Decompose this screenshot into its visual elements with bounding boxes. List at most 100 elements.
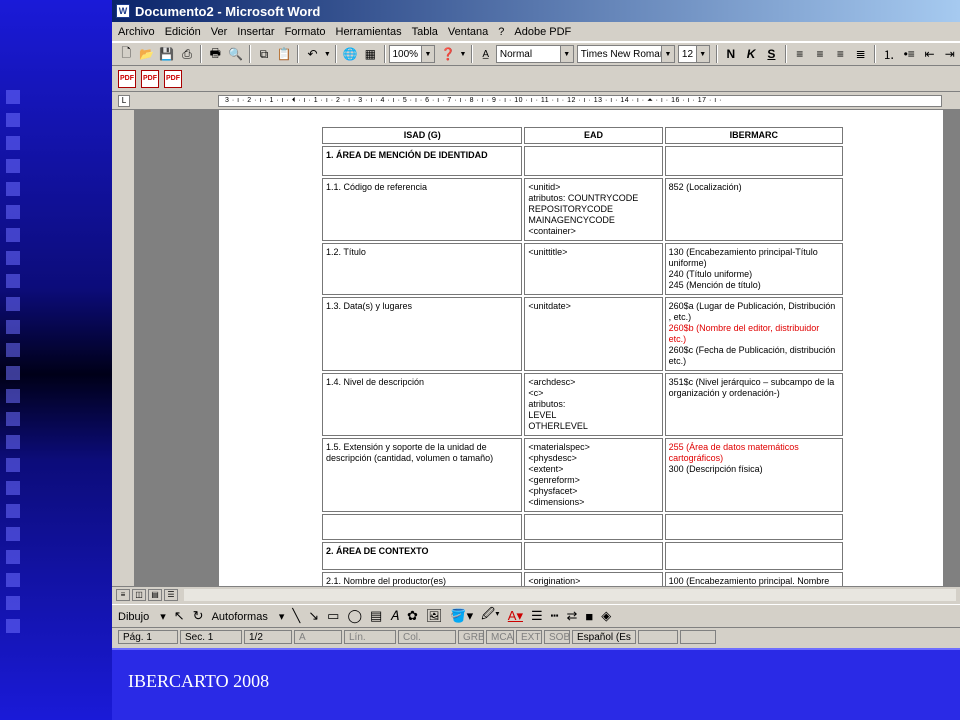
line-style-icon[interactable]: ☰ — [531, 608, 543, 624]
status-ext[interactable]: EXT — [516, 630, 542, 644]
menu-ventana[interactable]: Ventana — [448, 26, 488, 38]
horizontal-ruler[interactable]: 3 · ı · 2 · ı · 1 · ı · ⏴ · ı · 1 · ı · … — [218, 95, 942, 107]
open-folder-icon[interactable]: 📂 — [136, 44, 156, 64]
bold-button[interactable]: N — [721, 44, 741, 64]
pdf-toolbar: PDF PDF PDF — [112, 66, 960, 92]
diagram-icon[interactable]: ✿ — [407, 608, 418, 624]
italic-button[interactable]: K — [741, 44, 761, 64]
line-icon[interactable]: ╲ — [292, 608, 300, 624]
decorative-square — [6, 412, 20, 426]
arrow-style-icon[interactable]: ⇄ — [566, 608, 577, 624]
table-cell: <unitdate> — [524, 297, 663, 371]
rotate-icon[interactable]: ↻ — [193, 608, 204, 624]
dash-style-icon[interactable]: ┅ — [551, 608, 559, 624]
clip-art-icon[interactable]: 🖼 — [426, 608, 443, 624]
chevron-down-icon[interactable]: ▼ — [660, 46, 674, 62]
hyperlink-icon[interactable]: 🌐 — [340, 44, 360, 64]
table-cell: 1.3. Data(s) y lugares — [322, 297, 523, 371]
table-icon[interactable]: ▦ — [360, 44, 380, 64]
increase-indent-icon[interactable]: ⇥ — [940, 44, 960, 64]
convert-and-email-pdf-icon[interactable]: PDF — [141, 69, 159, 88]
font-color-icon[interactable]: A▾ — [508, 608, 523, 624]
document-area: ISAD (G) EAD IBERMARC 1. ÁREA DE MENCIÓN… — [112, 110, 960, 586]
status-language[interactable]: Español (Es — [572, 630, 636, 644]
copy-icon[interactable]: ⧉ — [254, 44, 274, 64]
zoom-select[interactable]: 100% ▼ — [388, 45, 436, 63]
font-select[interactable]: Times New Roman ▼ — [576, 45, 675, 63]
shadow-style-icon[interactable]: ■ — [585, 609, 593, 624]
web-layout-icon[interactable]: ◫ — [132, 588, 146, 601]
save-icon[interactable]: 💾 — [157, 44, 177, 64]
select-objects-icon[interactable]: ↖ — [174, 608, 185, 624]
autoshapes-menu-button[interactable]: Autoformas ▾ — [212, 610, 285, 623]
menu-formato[interactable]: Formato — [285, 26, 326, 38]
decorative-square — [6, 481, 20, 495]
numbered-list-icon[interactable]: ⒈ — [879, 44, 899, 64]
convert-and-review-pdf-icon[interactable]: PDF — [164, 69, 182, 88]
decorative-square — [6, 619, 20, 633]
chevron-down-icon[interactable]: ▼ — [695, 46, 709, 62]
marc-260a: 260$a (Lugar de Publicación, Distribució… — [668, 301, 836, 322]
paste-icon[interactable]: 📋 — [274, 44, 294, 64]
outline-view-icon[interactable]: ☰ — [164, 588, 178, 601]
undo-icon[interactable]: ↶ — [302, 44, 322, 64]
menu-help[interactable]: ? — [498, 26, 504, 38]
word-app-icon[interactable]: W — [116, 4, 130, 18]
menu-edicion[interactable]: Edición — [165, 26, 201, 38]
align-right-icon[interactable]: ≡ — [830, 44, 850, 64]
status-ovr[interactable]: SOB — [544, 630, 570, 644]
table-cell — [524, 514, 663, 540]
table-row: 2.1. Nombre del productor(es) <originati… — [322, 572, 843, 586]
slide-left-strip — [0, 0, 112, 720]
print-layout-icon[interactable]: ▤ — [148, 588, 162, 601]
horizontal-scrollbar[interactable] — [184, 588, 956, 601]
menu-archivo[interactable]: Archivo — [118, 26, 155, 38]
3d-style-icon[interactable]: ◈ — [601, 608, 611, 624]
line-color-icon[interactable]: 🖉▾ — [481, 605, 500, 627]
new-document-icon[interactable]: 🗋 — [116, 44, 136, 64]
styles-pane-icon[interactable]: A̲ — [476, 44, 496, 64]
chevron-down-icon[interactable]: ▼ — [559, 46, 573, 62]
draw-menu-button[interactable]: Dibujo ▾ — [118, 610, 166, 623]
arrow-icon[interactable]: ↘ — [308, 608, 319, 624]
decorative-square — [6, 182, 20, 196]
table-row: 1.1. Código de referencia <unitid> atrib… — [322, 178, 843, 241]
status-rec[interactable]: GRB — [458, 630, 485, 644]
menu-ver[interactable]: Ver — [211, 26, 228, 38]
print-preview-icon[interactable]: 🔍 — [225, 44, 245, 64]
style-select[interactable]: Normal ▼ — [495, 45, 574, 63]
decrease-indent-icon[interactable]: ⇤ — [919, 44, 939, 64]
align-left-icon[interactable]: ≡ — [790, 44, 810, 64]
permission-icon[interactable]: ⎙ — [177, 44, 197, 64]
font-size-select[interactable]: 12 ▼ — [677, 45, 710, 63]
status-empty — [638, 630, 678, 644]
convert-to-pdf-icon[interactable]: PDF — [118, 69, 136, 88]
menu-insertar[interactable]: Insertar — [237, 26, 274, 38]
menu-tabla[interactable]: Tabla — [412, 26, 438, 38]
underline-button[interactable]: S — [761, 44, 781, 64]
tab-selector[interactable]: L — [118, 94, 130, 107]
wordart-icon[interactable]: 𝐴 — [390, 608, 399, 624]
align-center-icon[interactable]: ≡ — [810, 44, 830, 64]
justify-icon[interactable]: ≣ — [850, 44, 870, 64]
menu-herramientas[interactable]: Herramientas — [336, 26, 402, 38]
help-dropdown-icon[interactable]: ▼ — [458, 44, 467, 64]
toolbar-separator — [248, 45, 251, 63]
table-cell — [664, 542, 843, 570]
status-trk[interactable]: MCA — [486, 630, 514, 644]
window-title: Documento2 - Microsoft Word — [135, 3, 321, 19]
undo-dropdown-icon[interactable]: ▼ — [323, 44, 332, 64]
print-icon[interactable]: 🖶 — [205, 44, 225, 64]
bulleted-list-icon[interactable]: •≡ — [899, 44, 919, 64]
table-cell: 130 (Encabezamiento principal-Título uni… — [664, 243, 843, 295]
rectangle-icon[interactable]: ▭ — [327, 608, 339, 624]
text-box-icon[interactable]: ▤ — [370, 608, 382, 624]
normal-view-icon[interactable]: ≡ — [116, 588, 130, 601]
chevron-down-icon[interactable]: ▼ — [421, 46, 435, 62]
oval-icon[interactable]: ◯ — [347, 608, 362, 624]
title-bar[interactable]: W Documento2 - Microsoft Word — [112, 0, 960, 22]
document-page[interactable]: ISAD (G) EAD IBERMARC 1. ÁREA DE MENCIÓN… — [219, 110, 943, 586]
help-icon[interactable]: ❓ — [438, 44, 458, 64]
menu-adobe-pdf[interactable]: Adobe PDF — [514, 26, 571, 38]
fill-color-icon[interactable]: 🪣▾ — [450, 608, 473, 624]
